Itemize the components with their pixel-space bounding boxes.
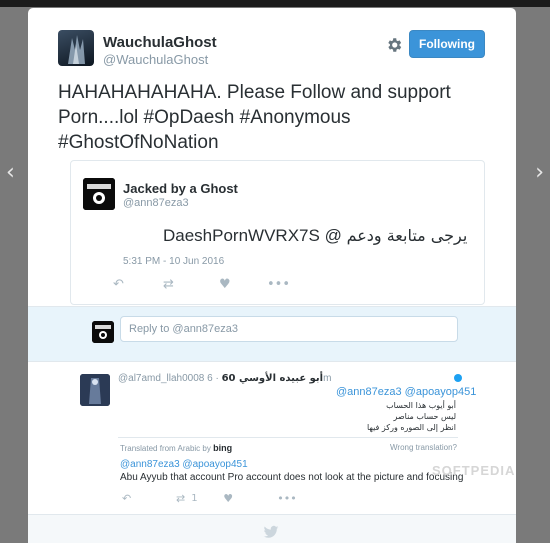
wrong-translation-link[interactable]: Wrong translation? xyxy=(390,443,457,452)
previous-arrow-icon[interactable]: ‹ xyxy=(6,160,15,185)
tweet-text: HAHAHAHAHAHA. Please Follow and support … xyxy=(58,82,451,153)
bottom-bar xyxy=(28,514,516,543)
author-handle[interactable]: @WauchulaGhost xyxy=(103,52,208,67)
top-bar xyxy=(0,0,550,7)
reply-arabic-line: أبو أيوب هذا الحساب xyxy=(386,401,456,410)
tweet-modal: WauchulaGhost @WauchulaGhost Following H… xyxy=(28,8,516,543)
quoted-avatar[interactable] xyxy=(83,178,115,210)
divider xyxy=(118,437,458,438)
quoted-tweet[interactable]: Jacked by a Ghost @ann87eza3 DaeshPornWV… xyxy=(70,160,485,305)
reply-arabic-line: انظر إلى الصوره وركز فيها xyxy=(366,423,456,432)
quoted-author-handle[interactable]: @ann87eza3 xyxy=(123,197,189,209)
twitter-bird-icon xyxy=(263,524,279,540)
bing-logo: bing xyxy=(213,443,233,453)
translated-text: Abu Ayyub that account Pro account does … xyxy=(120,472,464,483)
like-icon[interactable]: ♥ xyxy=(223,492,277,505)
next-arrow-icon[interactable]: › xyxy=(535,160,544,185)
reply-author-avatar[interactable] xyxy=(80,374,110,406)
verified-icon xyxy=(454,374,462,382)
more-icon[interactable]: ••• xyxy=(267,277,290,292)
reply-meta: @al7amd_llah0008 أبو عبيده الأوسي 60 · 6… xyxy=(118,373,331,384)
reply-avatar xyxy=(92,321,114,343)
translation-credit-label: Translated from Arabic by xyxy=(120,444,211,453)
retweet-count: 1 xyxy=(191,493,198,504)
reply-bar: Reply to @ann87eza3 xyxy=(28,306,516,362)
reply-author-name[interactable]: أبو عبيده الأوسي 60 xyxy=(222,373,324,384)
quoted-text-arabic: يرجى متابعة ودعم xyxy=(346,226,468,245)
watermark: SOFTPEDIA xyxy=(432,463,516,478)
reply-tweet[interactable]: @al7amd_llah0008 أبو عبيده الأوسي 60 · 6… xyxy=(28,363,516,513)
reply-icon[interactable]: ↶ xyxy=(122,492,176,505)
author-name[interactable]: WauchulaGhost xyxy=(103,34,217,51)
following-button[interactable]: Following xyxy=(409,30,485,58)
retweet-icon[interactable]: ⇄ xyxy=(176,492,185,505)
translation-credit: Translated from Arabic by bing xyxy=(120,443,232,453)
reply-arabic-line: ليس حساب مناصر xyxy=(393,412,456,421)
reply-input[interactable]: Reply to @ann87eza3 xyxy=(120,316,458,342)
quoted-text: DaeshPornWVRX7S @ يرجى متابعة ودعم xyxy=(163,226,478,246)
like-icon[interactable]: ♥ xyxy=(219,277,267,292)
translated-mentions[interactable]: @ann87eza3 @apoayop451 xyxy=(120,459,248,470)
reply-actions: ↶ ⇄ 1 ♥ ••• xyxy=(122,492,297,505)
quoted-actions: ↶ ⇄ ♥ ••• xyxy=(113,277,290,292)
quoted-text-latin: DaeshPornWVRX7S @ xyxy=(163,226,342,245)
quoted-timestamp[interactable]: 5:31 PM - 10 Jun 2016 xyxy=(123,256,224,267)
reply-author-handle[interactable]: @al7amd_llah0008 xyxy=(118,373,204,384)
more-icon[interactable]: ••• xyxy=(277,492,296,505)
reply-mentions[interactable]: @ann87eza3 @apoayop451 xyxy=(336,386,476,398)
reply-icon[interactable]: ↶ xyxy=(113,277,163,292)
author-avatar[interactable] xyxy=(58,30,94,66)
quoted-author-name[interactable]: Jacked by a Ghost xyxy=(123,181,238,196)
retweet-icon[interactable]: ⇄ xyxy=(163,277,219,292)
gear-icon[interactable] xyxy=(385,36,403,54)
